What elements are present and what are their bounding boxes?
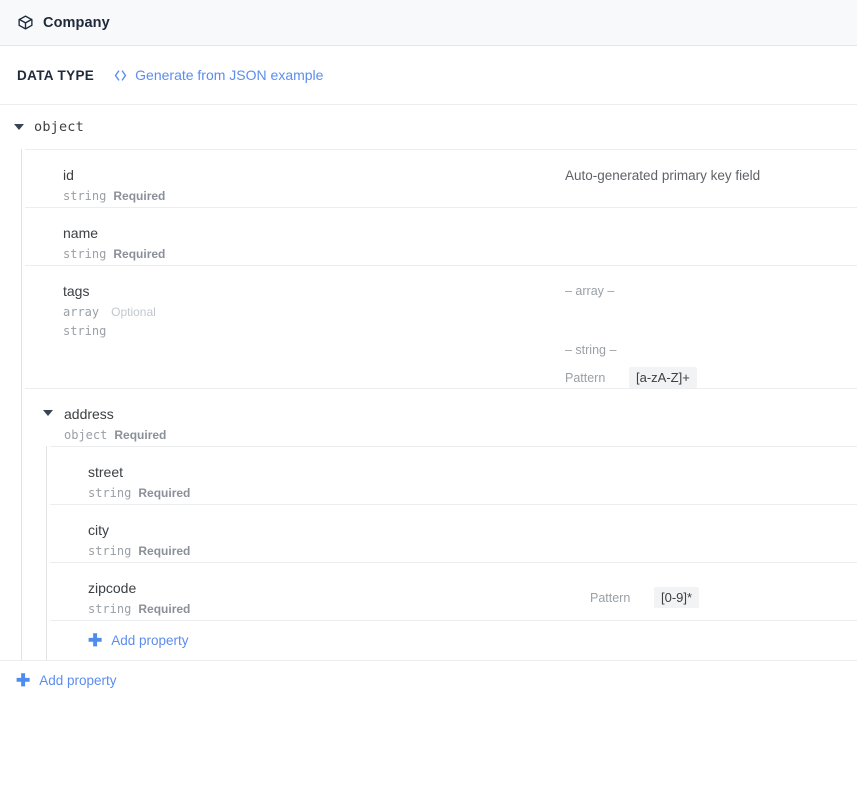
property-left-name: name string Required bbox=[25, 224, 565, 263]
property-left-city: city string Required bbox=[50, 521, 590, 560]
property-description: Auto-generated primary key field bbox=[565, 168, 761, 183]
add-property-label: Add property bbox=[111, 633, 189, 648]
code-brackets-icon bbox=[114, 69, 127, 81]
property-requirement: Required bbox=[114, 428, 167, 442]
page-title: Company bbox=[43, 14, 110, 31]
page-header: Company bbox=[0, 0, 857, 46]
datatype-label: DATA TYPE bbox=[17, 67, 95, 83]
property-requirement: Required bbox=[138, 544, 191, 558]
constraint-pattern: Pattern [a-zA-Z]+ bbox=[565, 367, 841, 388]
item-separator-label: – string – bbox=[565, 343, 617, 357]
property-type: object bbox=[64, 428, 108, 442]
root-type-label: object bbox=[34, 119, 84, 135]
constraint-value[interactable]: [a-zA-Z]+ bbox=[629, 367, 697, 388]
property-subtype: string bbox=[63, 324, 107, 338]
property-left-zipcode: zipcode string Required bbox=[50, 579, 590, 618]
caret-down-icon[interactable] bbox=[14, 124, 24, 130]
property-row-address[interactable]: address object Required bbox=[25, 388, 857, 446]
root-children: id string Required Auto-generated primary… bbox=[21, 149, 857, 660]
property-meta: string Required bbox=[88, 542, 190, 560]
address-children: street string Required city string Requi… bbox=[46, 446, 857, 660]
property-meta: string Required bbox=[63, 245, 165, 263]
add-property-row-root[interactable]: ✚ Add property bbox=[0, 660, 857, 700]
property-type: string bbox=[88, 544, 132, 558]
property-right-id: Auto-generated primary key field bbox=[565, 166, 857, 185]
property-right-tags: – array – – string – Pattern [a-zA-Z]+ bbox=[565, 282, 857, 388]
datatype-bar: DATA TYPE Generate from JSON example bbox=[0, 46, 857, 105]
property-name: address bbox=[64, 406, 114, 422]
property-requirement: Required bbox=[113, 247, 166, 261]
property-name: street bbox=[88, 464, 124, 480]
property-meta: array Optional string bbox=[63, 303, 156, 340]
add-property-label: Add property bbox=[39, 673, 117, 688]
property-left-street: street string Required bbox=[50, 463, 590, 502]
cube-icon bbox=[18, 15, 33, 30]
property-left-id: id string Required bbox=[25, 166, 565, 205]
property-meta: object Required bbox=[64, 426, 166, 444]
plus-icon: ✚ bbox=[16, 671, 31, 690]
schema-editor-page: Company DATA TYPE Generate from JSON exa… bbox=[0, 0, 857, 811]
array-separator-label: – array – bbox=[565, 284, 615, 298]
property-type: string bbox=[88, 602, 132, 616]
schema-tree: object id string Required Auto-generated … bbox=[0, 105, 857, 700]
property-left-tags: tags array Optional string bbox=[25, 282, 565, 340]
caret-down-icon[interactable] bbox=[43, 410, 53, 416]
property-row-id[interactable]: id string Required Auto-generated primary… bbox=[25, 149, 857, 207]
generate-from-json-label: Generate from JSON example bbox=[135, 67, 324, 83]
property-type: string bbox=[63, 247, 107, 261]
constraint-label: Pattern bbox=[590, 590, 631, 605]
plus-icon: ✚ bbox=[88, 631, 103, 650]
root-object-row[interactable]: object bbox=[0, 105, 857, 149]
property-type: string bbox=[88, 486, 132, 500]
property-row-street[interactable]: street string Required bbox=[50, 446, 857, 504]
generate-from-json-link[interactable]: Generate from JSON example bbox=[113, 67, 323, 83]
constraint-pattern: Pattern [0-9]* bbox=[590, 587, 841, 608]
property-row-zipcode[interactable]: zipcode string Required Pattern [0-9]* bbox=[50, 562, 857, 620]
property-requirement: Optional bbox=[111, 305, 156, 319]
property-name: id bbox=[63, 167, 74, 183]
property-row-name[interactable]: name string Required bbox=[25, 207, 857, 265]
property-name: zipcode bbox=[88, 580, 137, 596]
property-name: name bbox=[63, 225, 99, 241]
property-meta: string Required bbox=[63, 187, 165, 205]
property-meta: string Required bbox=[88, 600, 190, 618]
property-right-zipcode: Pattern [0-9]* bbox=[590, 579, 857, 608]
property-type: array bbox=[63, 305, 100, 319]
property-type: string bbox=[63, 189, 107, 203]
property-requirement: Required bbox=[138, 602, 191, 616]
property-left-address: address object Required bbox=[25, 405, 565, 444]
property-name: city bbox=[88, 522, 109, 538]
property-requirement: Required bbox=[138, 486, 191, 500]
property-row-tags[interactable]: tags array Optional string – array – – st… bbox=[25, 265, 857, 388]
constraint-value[interactable]: [0-9]* bbox=[654, 587, 700, 608]
property-row-city[interactable]: city string Required bbox=[50, 504, 857, 562]
constraint-label: Pattern bbox=[565, 370, 606, 385]
property-meta: string Required bbox=[88, 484, 190, 502]
property-name: tags bbox=[63, 283, 90, 299]
add-property-row-address[interactable]: ✚ Add property bbox=[50, 620, 857, 660]
property-requirement: Required bbox=[113, 189, 166, 203]
